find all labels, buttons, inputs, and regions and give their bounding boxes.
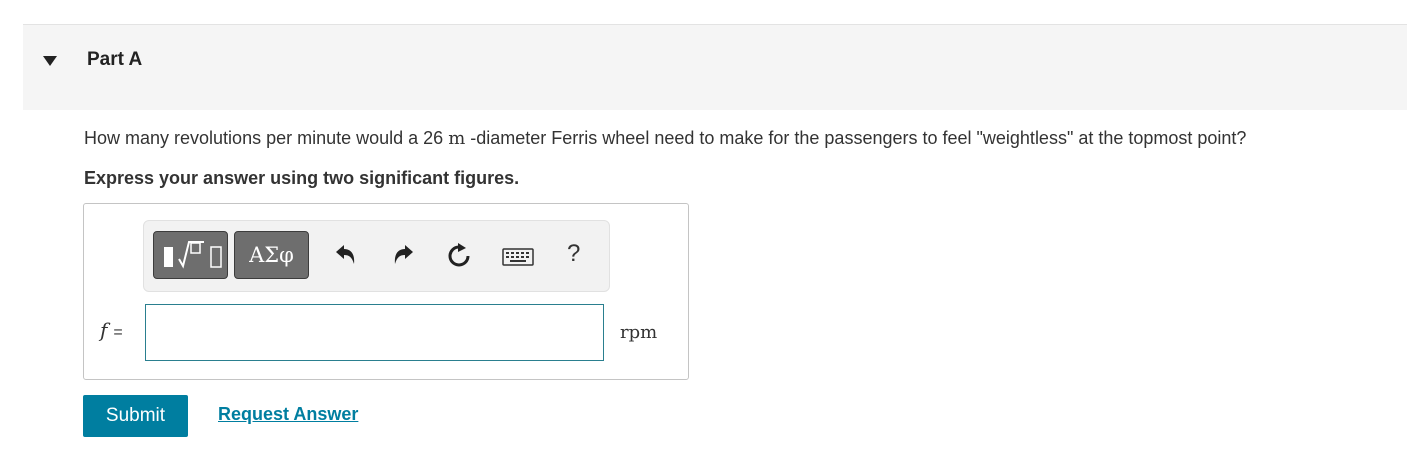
equals-sign: =	[113, 324, 123, 341]
question-text: How many revolutions per minute would a …	[84, 126, 1246, 151]
answer-variable-label: f =	[100, 318, 123, 342]
keyboard-icon[interactable]	[502, 243, 534, 269]
question-text-start: How many revolutions per minute would a …	[84, 128, 449, 148]
variable-symbol: f	[100, 318, 108, 342]
question-unit: m	[448, 128, 466, 149]
templates-icon	[164, 241, 222, 269]
answer-input[interactable]	[145, 304, 604, 361]
answer-instruction: Express your answer using two significan…	[84, 168, 520, 188]
undo-icon[interactable]	[333, 243, 359, 269]
submit-button[interactable]: Submit	[83, 395, 188, 437]
collapse-triangle-icon[interactable]	[43, 56, 57, 66]
request-answer-link[interactable]: Request Answer	[218, 404, 358, 425]
part-title: Part A	[87, 49, 143, 70]
math-toolbar: ΑΣφ ?	[143, 220, 610, 292]
help-icon[interactable]: ?	[567, 239, 580, 269]
part-header[interactable]: Part A	[23, 25, 1407, 110]
question-text-end: -diameter Ferris wheel need to make for …	[465, 128, 1247, 148]
answer-box: ΑΣφ ? f = rpm	[83, 203, 689, 380]
redo-icon[interactable]	[390, 243, 416, 269]
reset-icon[interactable]	[446, 243, 472, 269]
symbols-button[interactable]: ΑΣφ	[234, 231, 309, 279]
unit-label: rpm	[620, 322, 658, 343]
templates-button[interactable]	[153, 231, 228, 279]
